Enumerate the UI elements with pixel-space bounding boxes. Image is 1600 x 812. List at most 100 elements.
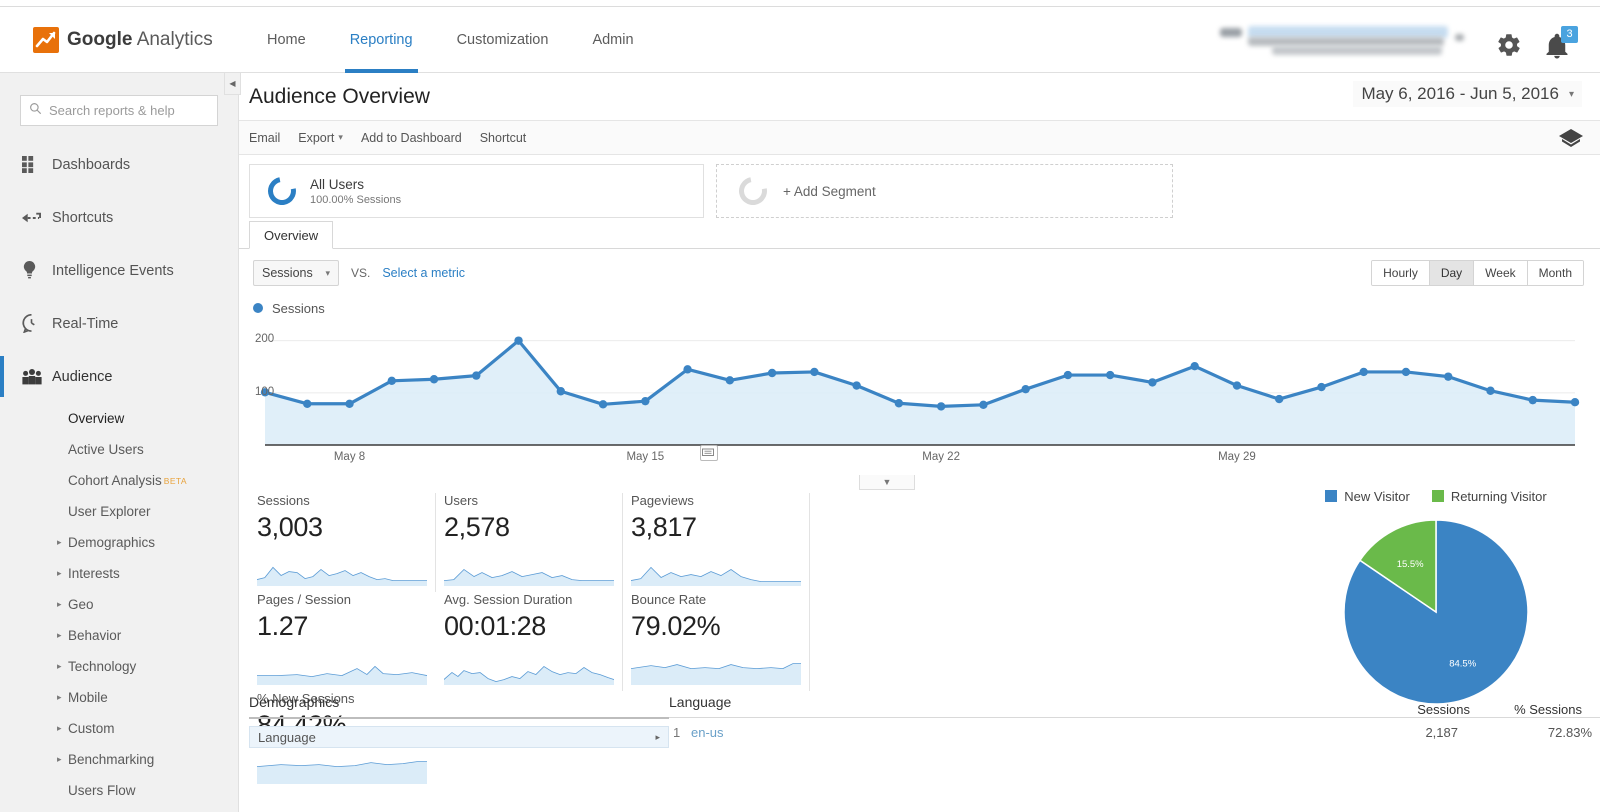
column-header-sessions[interactable]: Sessions [1378, 702, 1470, 717]
demographics-rule [249, 717, 669, 719]
sidebar-subitem-mobile-label: Mobile [68, 690, 108, 705]
granularity-day[interactable]: Day [1429, 261, 1475, 285]
sidebar-subitem-cohort-analysis[interactable]: Cohort Analysis BETA [0, 465, 238, 496]
nav-item-home[interactable]: Home [245, 7, 328, 73]
search-input[interactable] [49, 103, 209, 118]
email-button-label: Email [249, 130, 281, 145]
demographics-dimension-select[interactable]: Language ▸ [249, 726, 669, 748]
new-vs-returning-pie-panel: New Visitor Returning Visitor 84.5% 15.5% [1286, 485, 1586, 705]
sparkline-sessions [257, 566, 427, 586]
granularity-hourly[interactable]: Hourly [1372, 261, 1430, 285]
notification-badge: 3 [1561, 26, 1578, 43]
new-vs-returning-pie-chart[interactable]: 84.5% 15.5% [1343, 519, 1529, 705]
nav-item-reporting[interactable]: Reporting [328, 7, 435, 73]
share-icon[interactable] [1558, 128, 1584, 153]
sidebar-item-real-time[interactable]: Real-Time [0, 297, 238, 350]
sidebar-subitem-benchmarking[interactable]: ▸ Benchmarking [0, 744, 238, 775]
chevron-right-icon: ▸ [57, 754, 62, 764]
search-reports-box[interactable] [20, 95, 218, 126]
brand-logo[interactable]: Google Analytics [33, 27, 213, 53]
add-to-dashboard-button[interactable]: Add to Dashboard [361, 131, 462, 145]
stat-card-bounce-rate-value: 79.02% [631, 611, 721, 641]
sessions-line-chart[interactable]: 200 100 May 8 May 15 May 22 May 29 ▼ [239, 319, 1600, 490]
primary-metric-select[interactable]: Sessions ▾ [253, 260, 339, 286]
column-header-percent-sessions[interactable]: % Sessions [1470, 702, 1590, 717]
window-top-edge [0, 0, 1600, 7]
app-header: Google Analytics Home Reporting Customiz… [0, 7, 1600, 73]
sidebar-subitem-active-users[interactable]: Active Users [0, 434, 238, 465]
add-to-dashboard-label: Add to Dashboard [360, 130, 462, 145]
account-blur-1 [1220, 28, 1242, 37]
chevron-right-icon: ▸ [57, 692, 62, 702]
segment-bar: All Users 100.00% Sessions + Add Segment [239, 155, 1600, 221]
x-axis-tick-1: May 15 [626, 451, 665, 463]
pie-legend-swatch-returning-visitor [1431, 490, 1444, 502]
stat-card-bounce-rate[interactable]: Bounce Rate 79.02% [623, 592, 810, 691]
date-range-picker[interactable]: May 6, 2016 - Jun 5, 2016 ▾ [1353, 81, 1582, 107]
logo-word-google: Google [67, 29, 133, 50]
sidebar-item-intelligence-events[interactable]: Intelligence Events [0, 244, 238, 297]
granularity-month[interactable]: Month [1527, 261, 1583, 285]
date-range-label: May 6, 2016 - Jun 5, 2016 [1361, 84, 1559, 103]
pie-legend: New Visitor Returning Visitor [1286, 485, 1586, 507]
segment-all-users[interactable]: All Users 100.00% Sessions [249, 164, 704, 218]
stat-card-bounce-rate-label: Bounce Rate [631, 592, 707, 607]
sidebar-subitem-geo[interactable]: ▸ Geo [0, 589, 238, 620]
pie-legend-new-visitor[interactable]: New Visitor [1325, 489, 1410, 504]
stat-card-sessions-value: 3,003 [257, 512, 323, 542]
sidebar-subitem-interests[interactable]: ▸ Interests [0, 558, 238, 589]
sidebar-subitem-custom[interactable]: ▸ Custom [0, 713, 238, 744]
stat-card-sessions[interactable]: Sessions 3,003 [249, 493, 436, 592]
select-a-metric-link[interactable]: Select a metric [382, 266, 465, 280]
account-dropdown-caret [1455, 34, 1464, 41]
demographics-dimension-value: Language [258, 729, 316, 745]
granularity-week[interactable]: Week [1474, 261, 1528, 285]
account-property-selector[interactable] [1212, 21, 1482, 61]
audience-people-icon [22, 368, 52, 385]
language-rule [669, 717, 1600, 718]
sidebar-subitem-technology[interactable]: ▸ Technology [0, 651, 238, 682]
brand-logo-text: Google Analytics [67, 29, 213, 51]
sidebar-item-shortcuts[interactable]: Shortcuts [0, 191, 238, 244]
sidebar-subitem-custom-label: Custom [68, 721, 115, 736]
chart-legend: Sessions [239, 297, 1600, 319]
row-language-name[interactable]: en-us [691, 725, 1366, 740]
sidebar-subitem-overview[interactable]: Overview [0, 403, 238, 434]
sidebar-subitem-mobile[interactable]: ▸ Mobile [0, 682, 238, 713]
legend-dot-sessions [253, 303, 263, 313]
email-button[interactable]: Email [249, 131, 280, 145]
tab-overview[interactable]: Overview [249, 221, 334, 249]
audience-sub-nav: Overview Active Users Cohort Analysis BET… [0, 403, 238, 810]
add-segment-donut-icon [733, 171, 773, 211]
annotation-icon[interactable] [700, 445, 718, 461]
sidebar-subitem-user-explorer-label: User Explorer [68, 504, 151, 519]
row-sessions-value: 2,187 [1425, 725, 1458, 740]
sidebar-subitem-user-explorer[interactable]: User Explorer [0, 496, 238, 527]
pie-legend-returning-visitor[interactable]: Returning Visitor [1431, 489, 1547, 504]
sparkline-users [444, 568, 614, 586]
stat-card-pageviews[interactable]: Pageviews 3,817 [623, 493, 810, 592]
sidebar-item-dashboards[interactable]: Dashboards [0, 138, 238, 191]
stat-card-avg-session-duration[interactable]: Avg. Session Duration 00:01:28 [436, 592, 623, 691]
stat-card-users-label: Users [444, 493, 478, 508]
collapse-sidebar-icon[interactable]: ◀ [224, 73, 241, 95]
nav-item-admin[interactable]: Admin [570, 7, 655, 73]
gear-icon[interactable] [1496, 32, 1522, 58]
add-segment-button[interactable]: + Add Segment [716, 164, 1173, 218]
nav-item-customization[interactable]: Customization [435, 7, 571, 73]
chevron-down-icon: ▾ [1568, 88, 1574, 100]
sidebar-item-shortcuts-label: Shortcuts [52, 209, 114, 226]
main-content: Audience Overview May 6, 2016 - Jun 5, 2… [239, 73, 1600, 812]
sidebar-subitem-demographics[interactable]: ▸ Demographics [0, 527, 238, 558]
sidebar-item-audience[interactable]: Audience [0, 350, 238, 403]
shortcut-button[interactable]: Shortcut [480, 131, 527, 145]
account-blur-3 [1248, 37, 1444, 46]
stat-card-users[interactable]: Users 2,578 [436, 493, 623, 592]
granularity-group: Hourly Day Week Month [1371, 260, 1584, 286]
export-button[interactable]: Export ▾ [298, 131, 343, 145]
stat-card-pages-per-session[interactable]: Pages / Session 1.27 [249, 592, 436, 691]
table-row[interactable]: 1 en-us 2,187 72.83% [669, 725, 1600, 740]
sidebar-subitem-behavior[interactable]: ▸ Behavior [0, 620, 238, 651]
sidebar-subitem-users-flow[interactable]: Users Flow [0, 775, 238, 806]
stat-card-sessions-label: Sessions [257, 493, 310, 508]
